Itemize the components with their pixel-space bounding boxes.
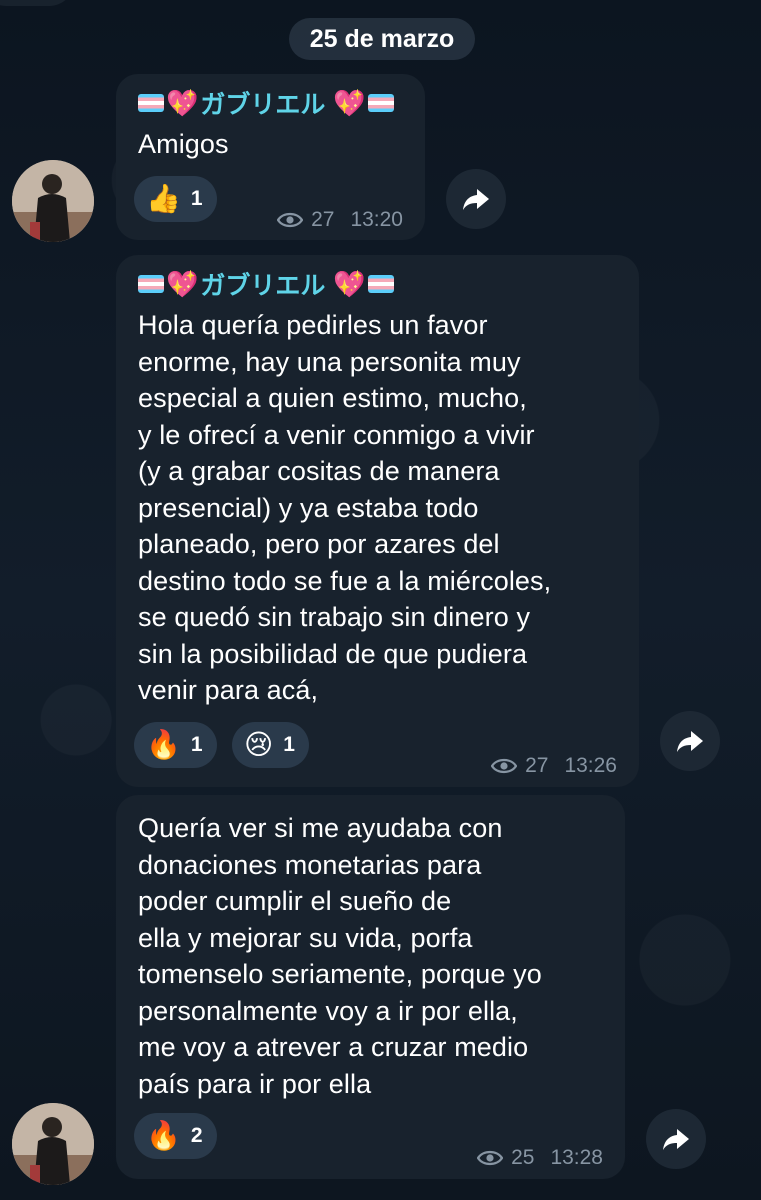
reaction-count: 1 [283,733,295,756]
view-count: 27 [311,208,335,231]
avatar-photo [12,160,94,242]
views-icon [277,212,304,228]
share-arrow-icon [463,189,489,210]
reaction-chip[interactable]: 👍 1 [134,176,217,222]
sender-name[interactable]: 💖 ガブリエル 💖 [138,86,394,120]
reaction-chip[interactable]: 😢 1 [232,722,309,768]
message-bubble[interactable]: 💖 ガブリエル 💖 Hola quería pedirles un favor … [116,255,639,787]
view-count: 25 [511,1146,535,1169]
share-button[interactable] [446,169,506,229]
trans-flag-icon [138,275,164,293]
reaction-count: 1 [190,187,203,210]
message-time: 13:26 [564,754,617,777]
reaction-chip[interactable]: 🔥 2 [134,1113,217,1159]
sender-name-text: ガブリエル [200,272,326,300]
sender-name[interactable]: 💖 ガブリエル 💖 [138,267,394,301]
message-text: Amigos [138,129,229,159]
share-arrow-icon [663,1129,689,1150]
message-time: 13:28 [550,1146,603,1169]
date-separator: 25 de marzo [289,18,475,60]
reaction-count: 1 [190,733,203,756]
avatar-photo [12,1103,94,1185]
reaction-chip[interactable]: 🔥 1 [134,722,217,768]
message-meta: 27 13:20 [277,208,403,232]
sparkling-heart-icon: 💖 [333,88,366,118]
sender-avatar[interactable] [12,1103,94,1185]
message-time: 13:20 [350,208,403,231]
fire-icon: 🔥 [146,1120,181,1151]
share-button[interactable] [660,711,720,771]
sparkling-heart-icon: 💖 [166,269,199,299]
share-arrow-icon [677,731,703,752]
sparkling-heart-icon: 💖 [166,88,199,118]
trans-flag-icon [138,94,164,112]
date-label: 25 de marzo [309,24,455,53]
message-meta: 27 13:26 [491,754,617,778]
message-meta: 25 13:28 [477,1146,603,1170]
reaction-count: 2 [190,1124,203,1147]
message-text: Quería ver si me ayudaba con donaciones … [138,813,542,1099]
sender-name-text: ガブリエル [200,91,326,119]
view-count: 27 [525,754,549,777]
sparkling-heart-icon: 💖 [333,269,366,299]
views-icon [491,758,518,774]
message-bubble[interactable]: 💖 ガブリエル 💖 Amigos 👍 1 27 13:20 [116,74,425,240]
thumbs-up-icon: 👍 [146,183,181,214]
views-icon [477,1150,504,1166]
trans-flag-icon [367,275,394,293]
message-text: Hola quería pedirles un favor enorme, ha… [138,310,552,705]
share-button[interactable] [646,1109,706,1169]
sender-avatar[interactable] [12,160,94,242]
crying-face-icon: 😢 [244,729,274,760]
previous-message-bubble-edge [0,0,75,6]
message-bubble[interactable]: Quería ver si me ayudaba con donaciones … [116,795,625,1179]
fire-icon: 🔥 [146,729,181,760]
trans-flag-icon [367,94,394,112]
